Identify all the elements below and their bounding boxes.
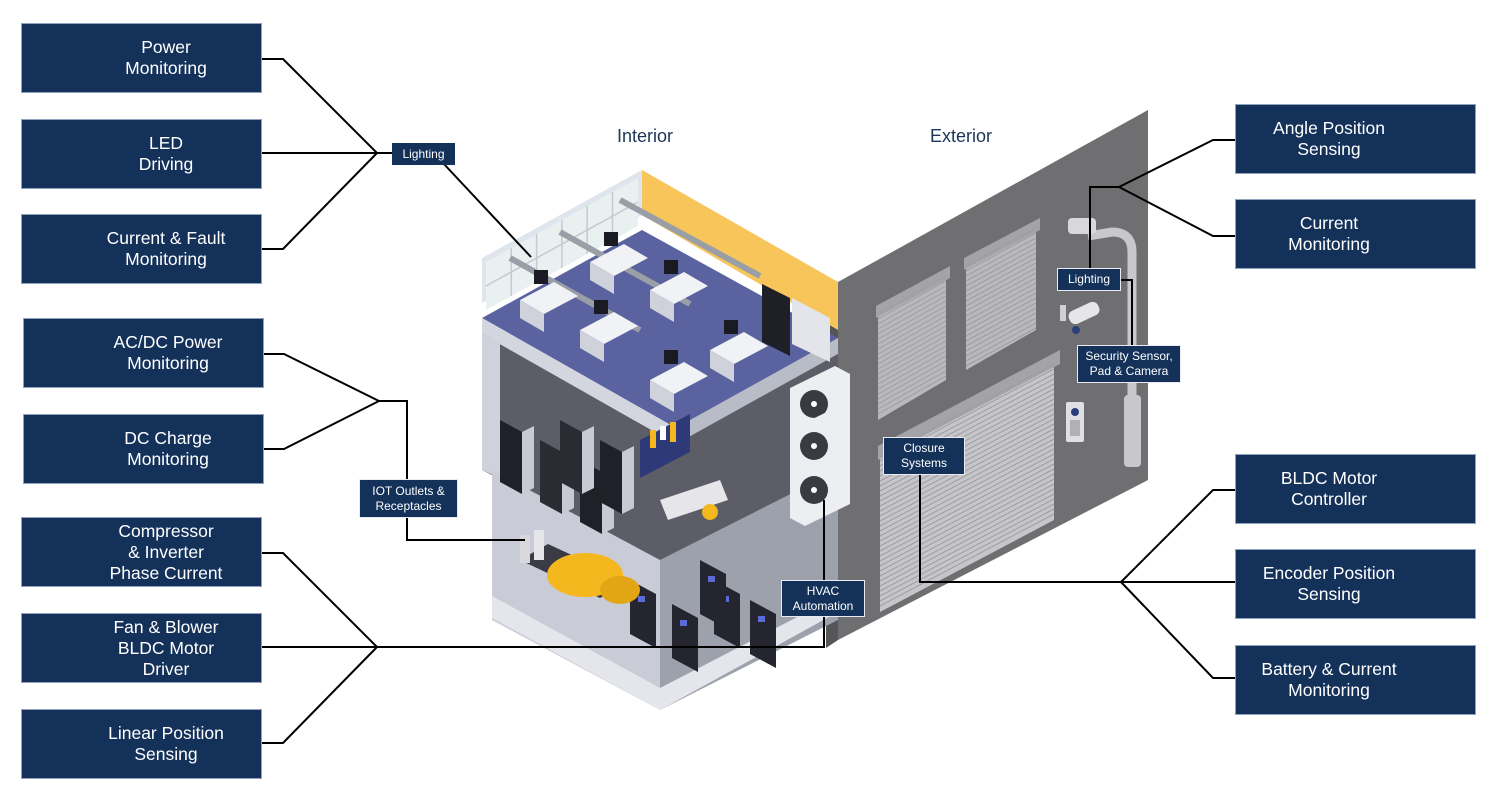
hub-tag-security-sensor: Security Sensor, Pad & Camera (1077, 345, 1181, 383)
line-fan-blower (262, 616, 825, 648)
feature-label: Fan & Blower BLDC Motor Driver (113, 616, 219, 679)
line-iot-to-outlet (406, 517, 525, 541)
feature-box-dc-charge-monitoring: DC Charge Monitoring (23, 414, 264, 484)
line-current-monitoring (1118, 186, 1235, 237)
line-battery-current (1120, 581, 1235, 679)
exterior-heading: Exterior (930, 126, 993, 146)
line-power-monitoring (262, 58, 393, 154)
feature-label: Linear Position Sensing (108, 723, 224, 764)
feature-label: AC/DC Power Monitoring (113, 332, 223, 373)
feature-label: Current Monitoring (1288, 213, 1370, 254)
hub-tag-lighting-exterior: Lighting (1057, 268, 1121, 291)
hub-tag-lighting-interior: Lighting (392, 143, 455, 165)
feature-box-compressor-inverter: Compressor & Inverter Phase Current (21, 517, 262, 587)
hub-tag-hvac-automation: HVAC Automation (781, 580, 865, 617)
feature-box-battery-current-monitoring: Battery & Current Monitoring (1235, 645, 1476, 715)
feature-box-bldc-motor-controller: BLDC Motor Controller (1235, 454, 1476, 524)
feature-box-power-monitoring: Power Monitoring (21, 23, 262, 93)
line-dc-charge (263, 400, 380, 450)
feature-label: BLDC Motor Controller (1280, 468, 1378, 509)
line-bldc-controller (1120, 489, 1235, 583)
feature-label: Angle Position Sensing (1273, 118, 1385, 159)
line-lighting-to-fixture (442, 162, 532, 258)
hub-tag-closure-systems: Closure Systems (883, 437, 965, 475)
feature-box-led-driving: LED Driving (21, 119, 262, 189)
feature-label: DC Charge Monitoring (124, 428, 212, 469)
feature-label: Power Monitoring (125, 37, 207, 78)
feature-label: Compressor & Inverter Phase Current (109, 520, 223, 583)
feature-box-linear-position-sensing: Linear Position Sensing (21, 709, 262, 779)
line-lighting-to-security (1121, 279, 1133, 346)
feature-box-angle-position-sensing: Angle Position Sensing (1235, 104, 1476, 174)
feature-box-current-monitoring: Current Monitoring (1235, 199, 1476, 269)
feature-box-acdc-power-monitoring: AC/DC Power Monitoring (23, 318, 264, 388)
line-compressor (262, 552, 378, 648)
feature-box-fan-blower-driver: Fan & Blower BLDC Motor Driver (21, 613, 262, 683)
line-encoder-position (919, 475, 1235, 583)
feature-box-current-fault-monitoring: Current & Fault Monitoring (21, 214, 262, 284)
diagram-stage: Interior Exterior Power Monitoring LED D… (0, 0, 1500, 800)
line-acdc-power (263, 353, 408, 480)
hub-tag-iot-outlets: IOT Outlets & Receptacles (359, 479, 458, 518)
line-angle-position (1089, 139, 1235, 268)
feature-label: LED Driving (138, 133, 194, 174)
feature-box-encoder-position-sensing: Encoder Position Sensing (1235, 549, 1476, 619)
line-linear-position (262, 646, 378, 744)
feature-label: Encoder Position Sensing (1262, 563, 1396, 604)
line-current-fault (262, 152, 378, 250)
interior-heading: Interior (617, 126, 674, 146)
feature-label: Battery & Current Monitoring (1261, 659, 1397, 700)
feature-label: Current & Fault Monitoring (106, 228, 226, 269)
